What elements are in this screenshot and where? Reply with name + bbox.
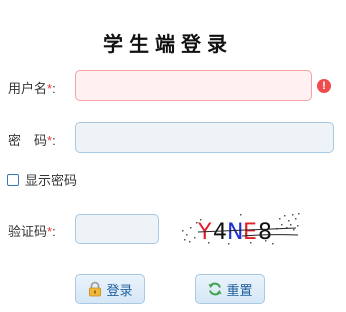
- label-colon: :: [52, 81, 56, 96]
- captcha-graphic: Y 4 N E 8: [182, 213, 300, 245]
- show-password-label: 显示密码: [25, 173, 78, 188]
- reset-button-label: 重置: [226, 282, 253, 298]
- login-button-label: 登录: [106, 282, 133, 298]
- show-password-checkbox[interactable]: [7, 173, 19, 186]
- username-label: 用户名*:: [8, 78, 56, 97]
- captcha-char: E: [243, 220, 257, 245]
- username-input[interactable]: [75, 70, 312, 101]
- captcha-input[interactable]: [75, 214, 159, 244]
- captcha-char: 8: [258, 220, 272, 245]
- captcha-image[interactable]: Y 4 N E 8: [180, 210, 302, 246]
- lock-icon: [87, 281, 103, 297]
- error-icon: !: [317, 79, 331, 93]
- captcha-label-text: 验证码: [8, 224, 48, 239]
- username-label-text: 用户名: [8, 81, 48, 96]
- refresh-icon: [207, 281, 223, 297]
- login-button[interactable]: 登录: [75, 274, 145, 304]
- page-title: 学生端登录: [103, 34, 233, 56]
- password-input[interactable]: [75, 122, 334, 153]
- reset-button[interactable]: 重置: [195, 274, 265, 304]
- captcha-char: N: [227, 220, 243, 245]
- password-label: 密 码*:: [8, 130, 56, 149]
- captcha-char: Y: [197, 220, 212, 245]
- label-colon: :: [52, 133, 56, 148]
- captcha-char: 4: [213, 220, 227, 245]
- captcha-label: 验证码*:: [8, 221, 56, 240]
- login-page: 学生端登录 用户名*: ! 密 码*: 显示密码 验证码*: Y 4 N E 8…: [0, 0, 346, 312]
- show-password-toggle[interactable]: 显示密码: [7, 170, 77, 189]
- password-label-text: 密 码: [8, 133, 48, 148]
- captcha-characters: Y 4 N E 8: [197, 220, 272, 245]
- label-colon: :: [52, 224, 56, 239]
